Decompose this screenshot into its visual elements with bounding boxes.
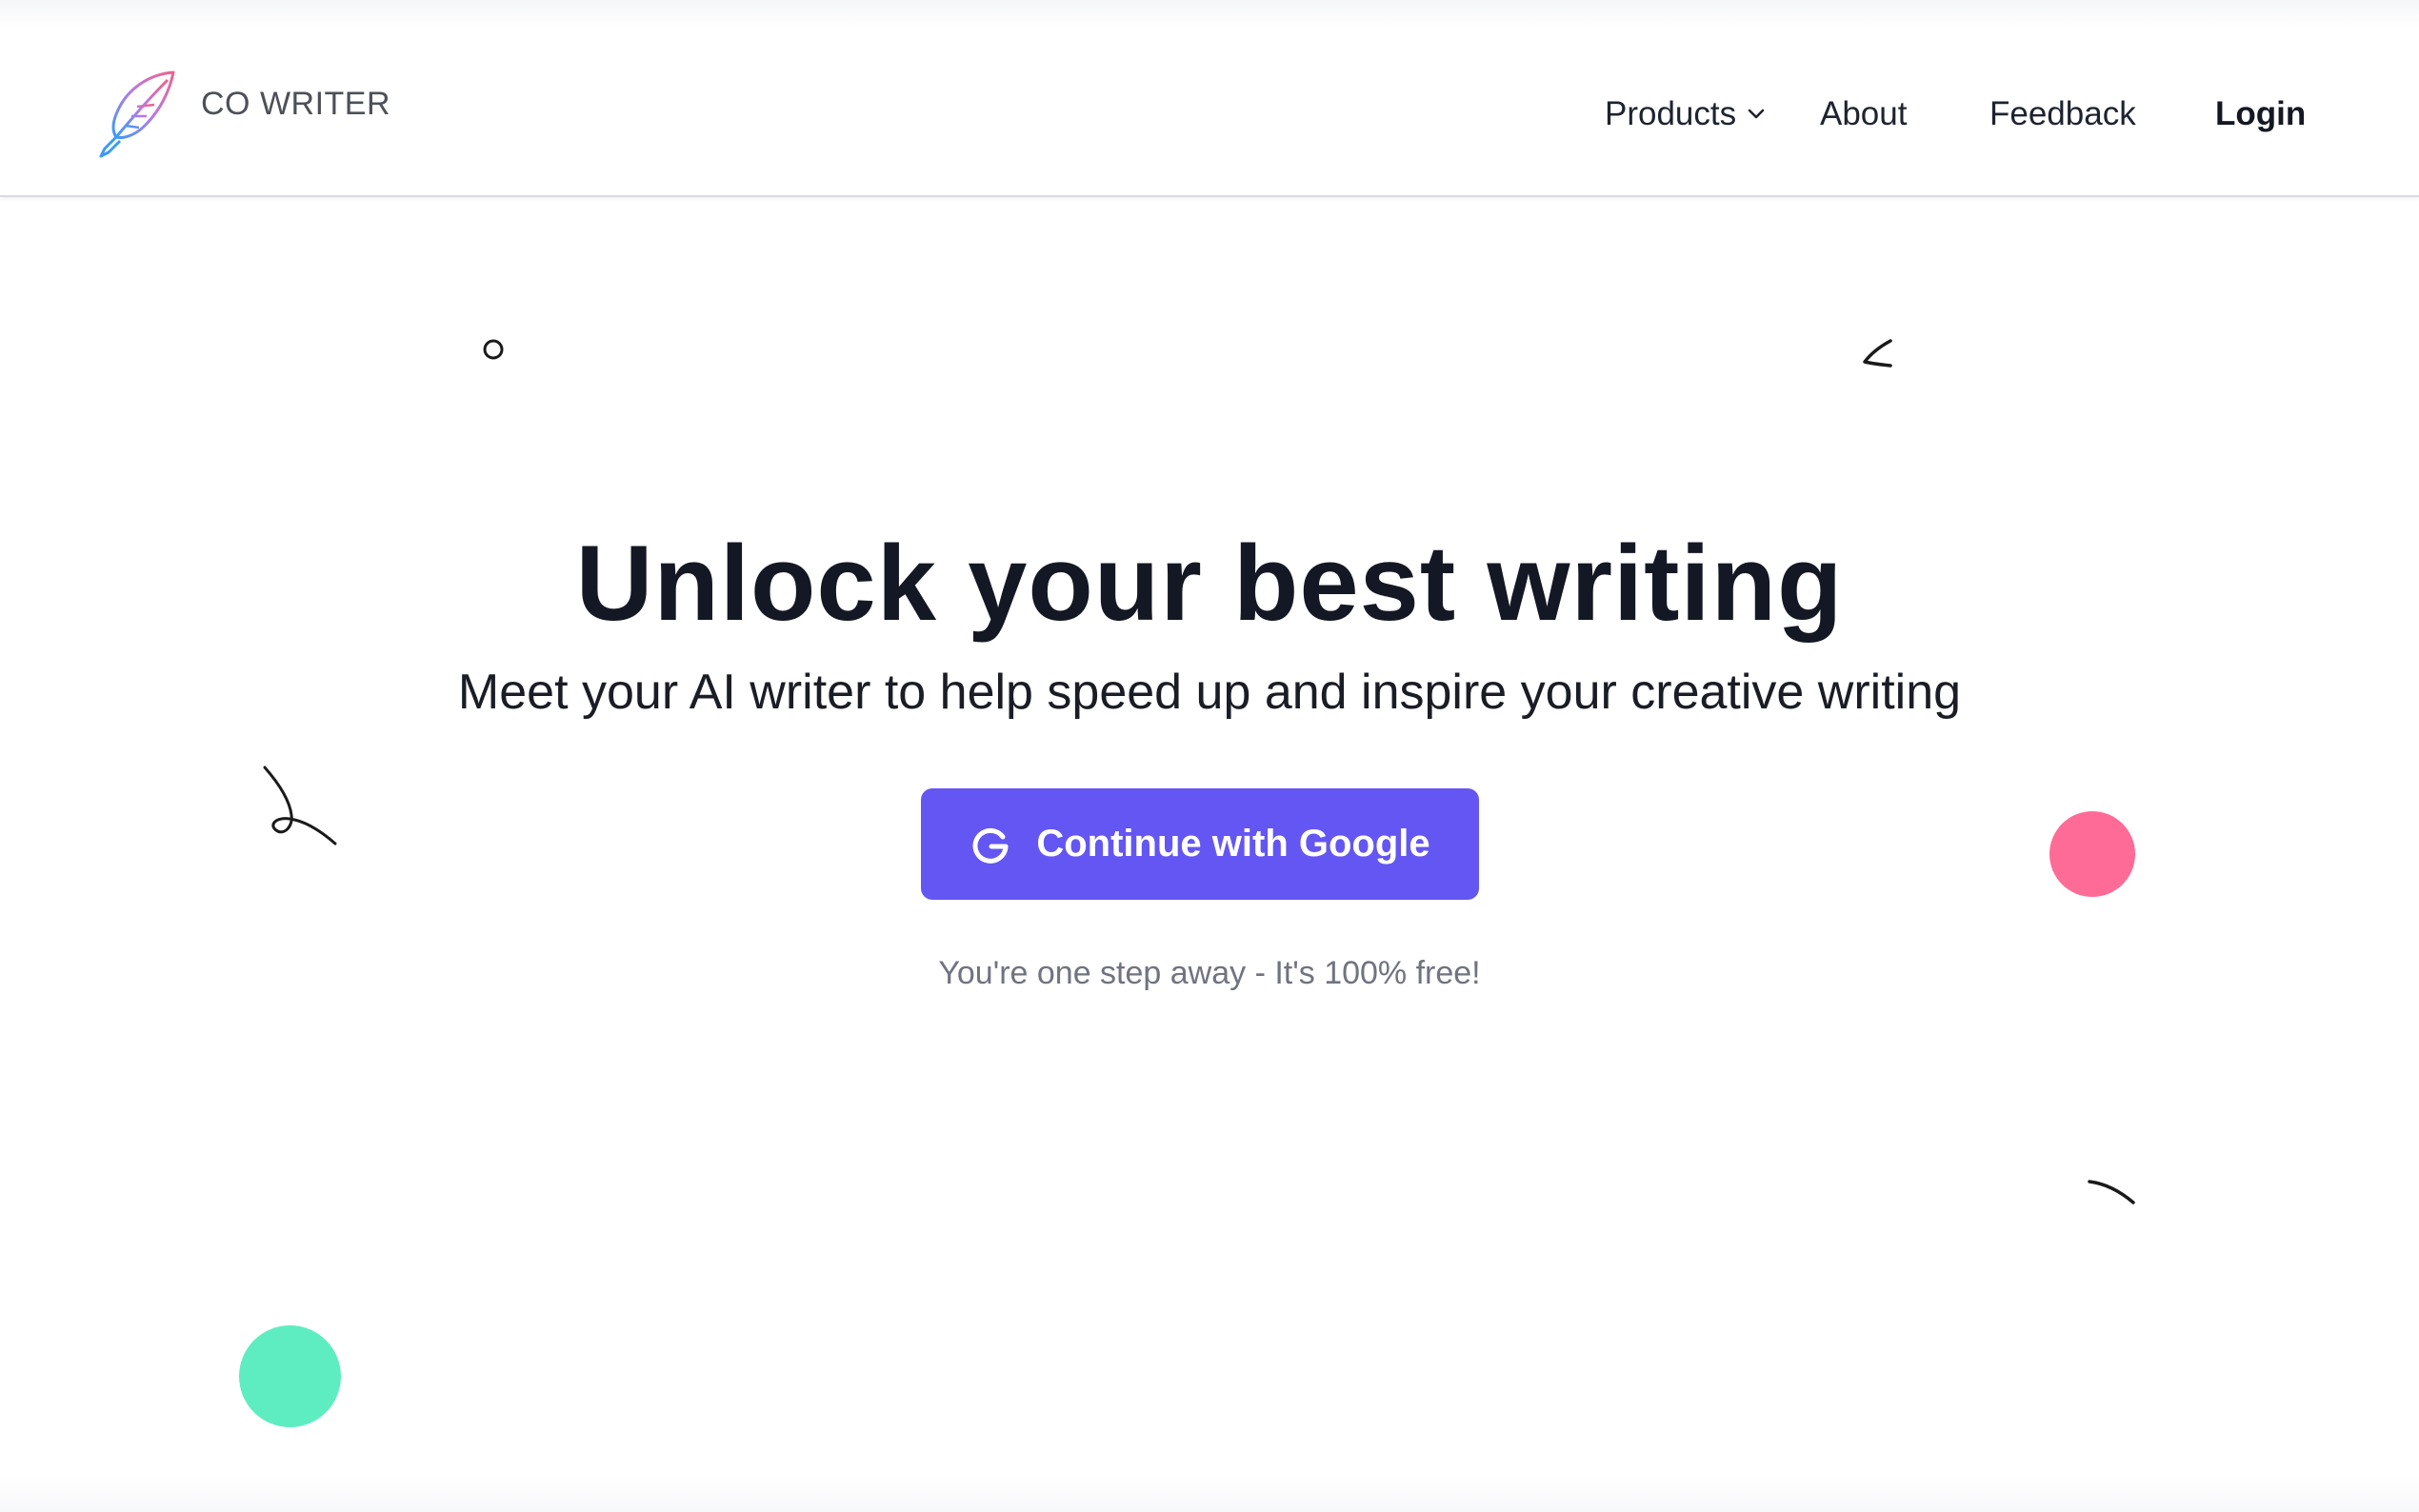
nav-feedback-link[interactable]: Feedback: [1989, 88, 2136, 141]
site-header: CO WRITER Products About Feedback Login: [0, 0, 2419, 197]
bottom-fade: [0, 1474, 2419, 1512]
nav-about-link[interactable]: About: [1820, 88, 1907, 141]
nav-login-link[interactable]: Login: [2215, 88, 2306, 141]
main-nav: Products About Feedback Login: [0, 88, 2419, 141]
hero-title: Unlock your best writing: [575, 524, 1844, 643]
google-icon: [972, 827, 1009, 864]
decor-pink-dot: [2049, 811, 2135, 897]
decor-curve-stroke: [2088, 1180, 2135, 1204]
nav-products-dropdown[interactable]: Products: [1605, 88, 1767, 141]
landing-page: CO WRITER Products About Feedback Login …: [0, 0, 2419, 1512]
free-note: You're one step away - It's 100% free!: [938, 955, 1481, 991]
decor-loop-squiggle: [263, 766, 337, 846]
continue-with-google-button[interactable]: Continue with Google: [921, 788, 1479, 900]
decor-small-circle: [483, 339, 504, 360]
nav-products-label: Products: [1605, 95, 1737, 132]
header-top-fade: [0, 0, 2419, 29]
google-button-label: Continue with Google: [1036, 823, 1430, 865]
chevron-down-icon: [1748, 109, 1765, 119]
decor-green-dot: [239, 1325, 341, 1427]
hero-subtitle: Meet your AI writer to help speed up and…: [457, 665, 1962, 720]
decor-angle-stroke: [1863, 339, 1892, 368]
